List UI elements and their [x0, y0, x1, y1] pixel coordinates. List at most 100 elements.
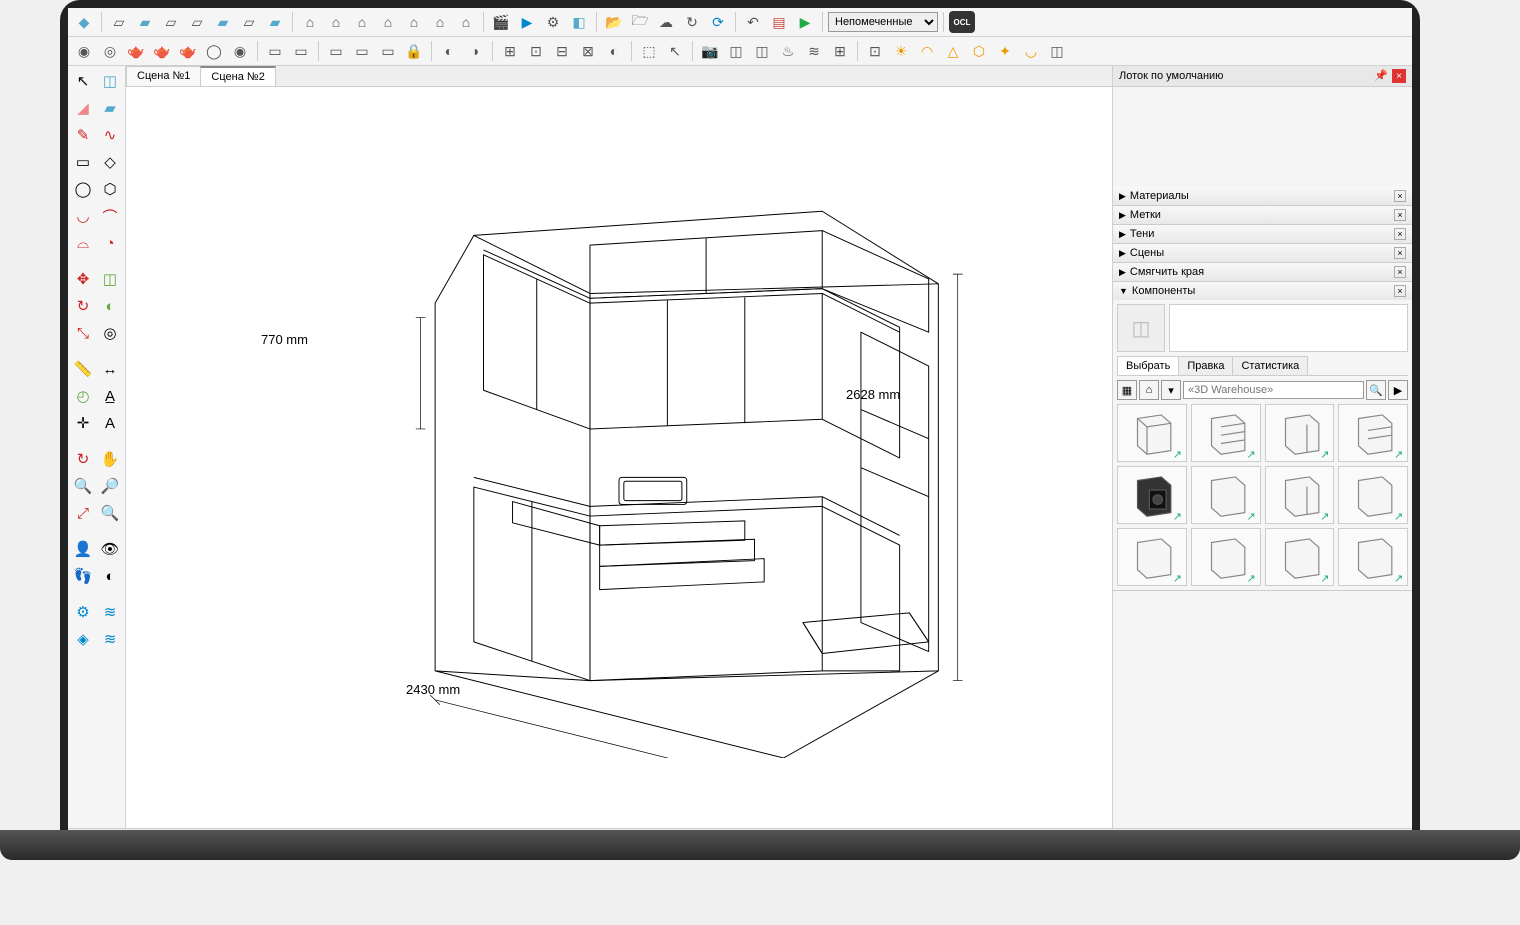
list-icon[interactable]: ▤	[767, 10, 791, 34]
ext3-tool[interactable]: ◈	[70, 626, 96, 652]
ext4-tool[interactable]: ≋	[97, 626, 123, 652]
undo-icon[interactable]: ↶	[741, 10, 765, 34]
box-ext-icon[interactable]: ◫	[1045, 39, 1069, 63]
comp-item[interactable]: ↗	[1265, 404, 1335, 462]
panel-2-icon[interactable]: ▭	[350, 39, 374, 63]
house-1-icon[interactable]: ⌂	[298, 10, 322, 34]
select-q-icon[interactable]: ⬚	[637, 39, 661, 63]
circle-2-icon[interactable]: ◉	[228, 39, 252, 63]
arc2-tool[interactable]: ⌒	[97, 203, 123, 229]
close-icon[interactable]: ×	[1394, 209, 1406, 221]
comp-item[interactable]: ↗	[1338, 404, 1408, 462]
cone-icon[interactable]: △	[941, 39, 965, 63]
settings-icon[interactable]: ⚙	[541, 10, 565, 34]
comp-item[interactable]: ↗	[1338, 528, 1408, 586]
comp-tab-edit[interactable]: Правка	[1178, 356, 1233, 375]
camera-icon[interactable]: 📷	[698, 39, 722, 63]
chevron-down-icon[interactable]: ▾	[1161, 380, 1181, 400]
sun-icon[interactable]: ☀	[889, 39, 913, 63]
pushpull-tool[interactable]: ◫	[97, 266, 123, 292]
house-7-icon[interactable]: ⌂	[454, 10, 478, 34]
geo-2-icon[interactable]: ◑	[463, 39, 487, 63]
tape-tool[interactable]: 📏	[70, 356, 96, 382]
ext2-tool[interactable]: ≋	[97, 599, 123, 625]
comp-item[interactable]: ↗	[1338, 466, 1408, 524]
pencil-tool[interactable]: ✎	[70, 122, 96, 148]
forward-icon[interactable]: ▶	[1388, 380, 1408, 400]
orbit-tool[interactable]: ↻	[70, 446, 96, 472]
search-input[interactable]	[1183, 381, 1364, 399]
canvas-viewport[interactable]: 2430 mm 2628 mm 770 mm	[126, 87, 1112, 828]
polygon-tool[interactable]: ⬡	[97, 176, 123, 202]
comp-item[interactable]: ↗	[1191, 466, 1261, 524]
comp-item[interactable]: ↗	[1265, 466, 1335, 524]
axes-tool[interactable]: ✛	[70, 410, 96, 436]
close-icon[interactable]: ×	[1394, 190, 1406, 202]
panel-shadows[interactable]: ▶Тени×	[1113, 225, 1412, 243]
clapper-icon[interactable]: 🎬	[489, 10, 513, 34]
circle-1-icon[interactable]: ◯	[202, 39, 226, 63]
play-icon[interactable]: ▶	[515, 10, 539, 34]
panel-scenes[interactable]: ▶Сцены×	[1113, 244, 1412, 262]
arc-tool[interactable]: ◡	[70, 203, 96, 229]
circle-tool[interactable]: ◯	[70, 176, 96, 202]
freehand-tool[interactable]: ∿	[97, 122, 123, 148]
house-4-icon[interactable]: ⌂	[376, 10, 400, 34]
offset-tool[interactable]: ◎	[97, 320, 123, 346]
panel-1-icon[interactable]: ▭	[324, 39, 348, 63]
rectangle-tool[interactable]: ▭	[70, 149, 96, 175]
cube-blue-icon[interactable]: ▰	[133, 10, 157, 34]
gem-icon[interactable]: ◆	[72, 10, 96, 34]
cube-2-icon[interactable]: ▱	[159, 10, 183, 34]
light-1-icon[interactable]: ▭	[263, 39, 287, 63]
followme-tool[interactable]: ◐	[97, 293, 123, 319]
panel-materials[interactable]: ▶Материалы×	[1113, 187, 1412, 205]
zoom-extents-tool[interactable]: ⤢	[70, 500, 96, 526]
component-tool[interactable]: ◫	[97, 68, 123, 94]
panel-3-icon[interactable]: ▭	[376, 39, 400, 63]
refresh-icon[interactable]: ↻	[680, 10, 704, 34]
wire-2-icon[interactable]: ⊡	[524, 39, 548, 63]
text-tool[interactable]: A̲	[97, 383, 123, 409]
cube-4-icon[interactable]: ▰	[211, 10, 235, 34]
wire-4-icon[interactable]: ⊠	[576, 39, 600, 63]
dimension-tool[interactable]: ↔	[97, 356, 123, 382]
house-2-icon[interactable]: ⌂	[324, 10, 348, 34]
ext-1-icon[interactable]: ⊡	[863, 39, 887, 63]
look-around-tool[interactable]: 👁	[97, 536, 123, 562]
eraser-tool[interactable]: ◢	[70, 95, 96, 121]
view-mode-icon[interactable]: ▦	[1117, 380, 1137, 400]
close-icon[interactable]: ×	[1394, 266, 1406, 278]
paint-tool[interactable]: ▰	[97, 95, 123, 121]
comp-item[interactable]: ↗	[1117, 528, 1187, 586]
select-tool[interactable]: ↖	[70, 68, 96, 94]
rotate-tool[interactable]: ↻	[70, 293, 96, 319]
comp-item[interactable]: ↗	[1265, 528, 1335, 586]
section-tool[interactable]: ◐	[97, 563, 123, 589]
panel-lock-icon[interactable]: 🔒	[402, 39, 426, 63]
tab-scene-2[interactable]: Сцена №2	[200, 66, 275, 86]
scale-tool[interactable]: ⤡	[70, 320, 96, 346]
panel-soften[interactable]: ▶Смягчить края×	[1113, 263, 1412, 281]
house-3-icon[interactable]: ⌂	[350, 10, 374, 34]
vray-icon[interactable]: ◉	[72, 39, 96, 63]
close-icon[interactable]: ×	[1394, 285, 1406, 297]
comp-tab-select[interactable]: Выбрать	[1117, 356, 1179, 375]
wire-3-icon[interactable]: ⊟	[550, 39, 574, 63]
teapot-1-icon[interactable]: 🫖	[124, 39, 148, 63]
comp-item[interactable]: ↗	[1117, 404, 1187, 462]
search-icon[interactable]: 🔍	[1366, 380, 1386, 400]
cube-outline-icon[interactable]: ▱	[107, 10, 131, 34]
box-2-tool-icon[interactable]: ◫	[750, 39, 774, 63]
pie-tool[interactable]: ◔	[97, 230, 123, 256]
folder-open-icon[interactable]: 📂	[602, 10, 626, 34]
pin-icon[interactable]: 📌	[1374, 69, 1388, 83]
render-icon[interactable]: ◎	[98, 39, 122, 63]
house-6-icon[interactable]: ⌂	[428, 10, 452, 34]
house-5-icon[interactable]: ⌂	[402, 10, 426, 34]
fire-icon[interactable]: ♨	[776, 39, 800, 63]
cube-6-icon[interactable]: ▰	[263, 10, 287, 34]
dome-icon[interactable]: ◠	[915, 39, 939, 63]
grid-icon[interactable]: ⊞	[828, 39, 852, 63]
layers-dropdown[interactable]: Непомеченные	[828, 12, 938, 32]
